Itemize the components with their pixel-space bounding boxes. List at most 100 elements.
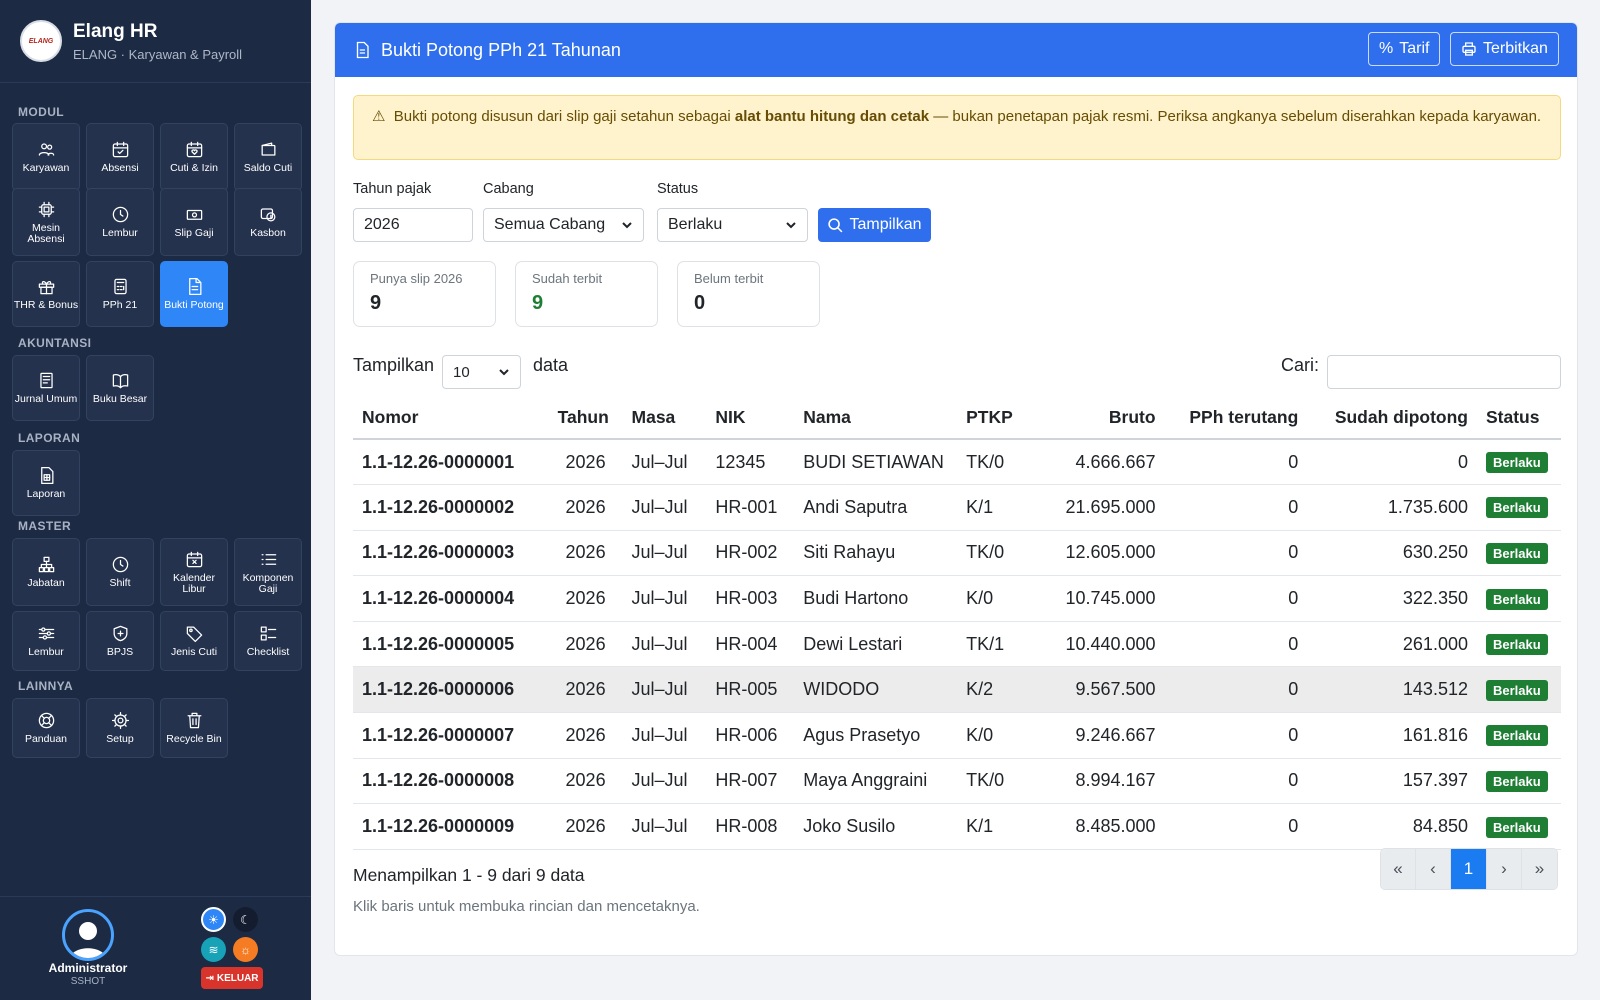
module-karyawan[interactable]: Karyawan [12, 123, 80, 191]
module-kalender-libur[interactable]: Kalender Libur [160, 538, 228, 606]
tarif-button[interactable]: % Tarif [1368, 32, 1441, 66]
section-label-akuntansi: AKUNTANSI [18, 336, 92, 350]
cell-nomor: 1.1-12.26-0000003 [353, 530, 549, 577]
clock-icon [112, 556, 128, 573]
module-panduan[interactable]: Panduan [12, 698, 80, 758]
terbitkan-button[interactable]: Terbitkan [1450, 32, 1559, 66]
module-saldo-cuti[interactable]: Saldo Cuti [234, 123, 302, 191]
page-current-button[interactable]: 1 [1451, 849, 1487, 889]
table-row[interactable]: 1.1-12.26-0000004 2026 Jul–Jul HR-003 Budi H… [353, 575, 1561, 622]
module-label: Recycle Bin [166, 733, 222, 745]
module-lembur[interactable]: Lembur [86, 188, 154, 256]
table-row[interactable]: 1.1-12.26-0000003 2026 Jul–Jul HR-002 Siti R… [353, 530, 1561, 577]
cabang-value: Semua Cabang [494, 216, 606, 233]
module-setup[interactable]: Setup [86, 698, 154, 758]
table-row[interactable]: 1.1-12.26-0000005 2026 Jul–Jul HR-004 Dewi L… [353, 621, 1561, 668]
column-header-bruto[interactable]: Bruto [1036, 397, 1165, 440]
module-label: Absensi [101, 162, 139, 174]
gear-icon [111, 711, 129, 730]
module-recycle-bin[interactable]: Recycle Bin [160, 698, 228, 758]
table-row[interactable]: 1.1-12.26-0000002 2026 Jul–Jul HR-001 Andi S… [353, 484, 1561, 531]
table-row[interactable]: 1.1-12.26-0000006 2026 Jul–Jul HR-005 WIDODO… [353, 666, 1561, 714]
journal-icon [39, 372, 53, 389]
search-input[interactable] [1327, 355, 1561, 389]
module-kasbon[interactable]: Kasbon [234, 188, 302, 256]
tahun-input[interactable]: 2026 [353, 208, 473, 242]
module-jenis-cuti[interactable]: Jenis Cuti [160, 611, 228, 671]
logout-button[interactable]: ⇥ KELUAR [201, 967, 263, 989]
cell-ptkp: TK/0 [957, 758, 1037, 805]
theme-teal-button[interactable]: ≋ [201, 937, 226, 962]
alert-text-bold: alat bantu hitung dan cetak [734, 108, 930, 125]
user-icon [70, 922, 106, 958]
module-buku-besar[interactable]: Buku Besar [86, 355, 154, 421]
module-mesin-absensi[interactable]: Mesin Absensi [12, 188, 80, 256]
tag-icon [186, 626, 202, 643]
status-label: Status [657, 181, 699, 197]
cell-nik: HR-002 [706, 530, 795, 577]
cell-bruto: 8.994.167 [1036, 758, 1165, 805]
module-bukti-potong[interactable]: Bukti Potong [160, 261, 228, 327]
module-cuti-izin[interactable]: Cuti & Izin [160, 123, 228, 191]
theme-light-button[interactable]: ☀ [201, 907, 226, 932]
page-last-button[interactable]: » [1522, 849, 1557, 889]
module-pph-21[interactable]: PPh 21 [86, 261, 154, 327]
user-name: Administrator [48, 961, 128, 975]
table-row[interactable]: 1.1-12.26-0000009 2026 Jul–Jul HR-008 Joko S… [353, 803, 1561, 850]
module-jabatan[interactable]: Jabatan [12, 538, 80, 606]
page-size-select[interactable]: 10 [442, 355, 521, 389]
column-header-nama[interactable]: Nama [794, 397, 958, 440]
page-prev-button[interactable]: ‹ [1416, 849, 1451, 889]
column-header-nomor[interactable]: Nomor [353, 397, 549, 440]
module-label: Cuti & Izin [170, 162, 218, 174]
table-row[interactable]: 1.1-12.26-0000007 2026 Jul–Jul HR-006 Agus P… [353, 712, 1561, 759]
status-select[interactable]: Berlaku [657, 208, 808, 242]
column-header-nik[interactable]: NIK [706, 397, 795, 440]
module-shift[interactable]: Shift [86, 538, 154, 606]
wallet-icon [261, 142, 275, 156]
stat-label: Punya slip 2026 [370, 271, 463, 286]
module-label: Laporan [26, 488, 66, 500]
sliders-icon [38, 627, 54, 640]
column-header-tahun[interactable]: Tahun [548, 397, 623, 440]
theme-dark-button[interactable]: ☾ [233, 907, 258, 932]
table-row[interactable]: 1.1-12.26-0000008 2026 Jul–Jul HR-007 Maya A… [353, 758, 1561, 805]
column-header-sudah-dipotong[interactable]: Sudah dipotong [1307, 397, 1477, 440]
lifebuoy-icon [38, 712, 54, 729]
cell-terutang: 0 [1164, 758, 1308, 805]
module-slip-gaji[interactable]: Slip Gaji [160, 188, 228, 256]
stat-value: 9 [370, 292, 382, 314]
module-absensi[interactable]: Absensi [86, 123, 154, 191]
column-header-status[interactable]: Status [1476, 397, 1561, 440]
avatar[interactable] [62, 909, 114, 961]
alert-text-before: Bukti potong disusun dari slip gaji seta… [393, 108, 735, 125]
module-thr-bonus[interactable]: THR & Bonus [12, 261, 80, 327]
module-checklist[interactable]: Checklist [234, 611, 302, 671]
page-first-button[interactable]: « [1381, 849, 1416, 889]
cell-masa: Jul–Jul [622, 575, 707, 622]
module-lembur[interactable]: Lembur [12, 611, 80, 671]
module-laporan[interactable]: Laporan [12, 450, 80, 516]
cell-nomor: 1.1-12.26-0000002 [353, 484, 549, 531]
status-badge: Berlaku [1485, 770, 1548, 792]
logo-text: ELANG [28, 37, 54, 45]
cell-nama: Maya Anggraini [794, 758, 958, 805]
column-header-pph-terutang[interactable]: PPh terutang [1164, 397, 1308, 440]
tampilkan-button[interactable]: Tampilkan [818, 208, 931, 242]
column-header-masa[interactable]: Masa [622, 397, 707, 440]
module-bpjs[interactable]: BPJS [86, 611, 154, 671]
cabang-select[interactable]: Semua Cabang [483, 208, 644, 242]
checklist-icon [260, 626, 276, 641]
module-label: Checklist [246, 646, 290, 658]
page-size-value: 10 [453, 363, 470, 381]
module-label: Karyawan [22, 162, 70, 174]
module-jurnal-umum[interactable]: Jurnal Umum [12, 355, 80, 421]
sidebar-footer: Administrator SSHOT ☀ ☾ ≋ ☼ ⇥ KELUAR [0, 896, 311, 1000]
column-header-ptkp[interactable]: PTKP [957, 397, 1037, 440]
table-row[interactable]: 1.1-12.26-0000001 2026 Jul–Jul 12345 BUDI SE… [353, 439, 1561, 486]
warning-icon: ⚠ [372, 108, 386, 125]
theme-orange-button[interactable]: ☼ [233, 937, 258, 962]
module-komponen-gaji[interactable]: Komponen Gaji [234, 538, 302, 606]
module-label: Bukti Potong [164, 299, 224, 311]
page-next-button[interactable]: › [1487, 849, 1522, 889]
